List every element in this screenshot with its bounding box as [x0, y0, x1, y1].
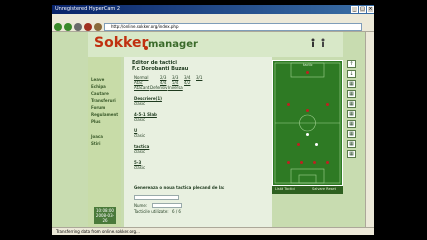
sidebar-item-echipa[interactable]: Echipa: [91, 84, 118, 90]
grid-icon[interactable]: ▦: [347, 80, 356, 88]
grid-icon[interactable]: ▦: [347, 150, 356, 158]
option-link[interactable]: Defensiv: [150, 85, 168, 90]
tactic-value: clasic: [134, 133, 146, 138]
player-marker[interactable]: [300, 161, 303, 164]
server-clock: 10:08:00 2008-03-26: [94, 207, 116, 224]
back-icon[interactable]: [54, 23, 62, 31]
usage-value: 6 / 6: [172, 209, 181, 214]
sidebar-item-forum[interactable]: Forum: [91, 105, 118, 111]
tactic-value: clasic: [134, 101, 146, 106]
player-marker[interactable]: [287, 103, 290, 106]
status-bar: Transferring data from online.sokker.org…: [52, 227, 374, 235]
grid-icon[interactable]: ▦: [347, 100, 356, 108]
tactics-editor-panel: Editor de tactici F.c Dorobanti Buzau No…: [124, 57, 272, 227]
vertical-scrollbar[interactable]: [365, 32, 374, 227]
maximize-button[interactable]: □: [359, 6, 366, 13]
arrow-down-icon[interactable]: ↓: [347, 70, 356, 78]
player-marker[interactable]: [306, 71, 309, 74]
clock-date: 2008-03-26: [95, 213, 115, 223]
tactic-value: clasic: [134, 165, 146, 170]
usage-label: Tacticile utilizate:: [134, 209, 169, 214]
player-figure-icon: [311, 38, 315, 47]
minimize-button[interactable]: _: [351, 6, 358, 13]
sidebar-item-stiri[interactable]: Stiri: [91, 141, 118, 147]
formation-link[interactable]: 4/2: [184, 80, 190, 85]
player-marker[interactable]: [315, 143, 318, 146]
sidebar-item-leave[interactable]: Leave: [91, 77, 118, 83]
name-label: Nume:: [134, 203, 148, 208]
stop-icon[interactable]: [84, 23, 92, 31]
formation-link[interactable]: 3/1: [196, 75, 202, 80]
player-marker[interactable]: [326, 161, 329, 164]
field-left-label[interactable]: Listă Tactici: [275, 187, 295, 192]
site-header: Sokker manager: [88, 32, 343, 57]
forward-icon[interactable]: [64, 23, 72, 31]
field-title: tactic: [303, 63, 313, 67]
option-link[interactable]: Atacant: [134, 85, 149, 90]
pitch-lines: [274, 62, 341, 184]
home-icon[interactable]: [94, 23, 102, 31]
field-right-label[interactable]: Salvare Reset: [312, 187, 336, 192]
sidebar-item-joaca[interactable]: Joaca: [91, 134, 118, 140]
team-name: F.c Dorobanti Buzau: [132, 66, 189, 72]
player-marker[interactable]: [326, 103, 329, 106]
title-bar: Unregistered HyperCam 2 _ □ ×: [52, 5, 374, 14]
option-link[interactable]: Inversa: [168, 85, 183, 90]
grid-icon[interactable]: ▦: [347, 90, 356, 98]
web-page: Sokker manager Leave Echipa Cautare Tran…: [52, 32, 374, 227]
tactics-field[interactable]: tactic: [272, 60, 343, 186]
sidebar-item-regulament[interactable]: Regulament: [91, 112, 118, 118]
sidebar-item-plus[interactable]: Plus: [91, 119, 118, 125]
address-bar[interactable]: http://online.sokker.org/index.php: [104, 23, 362, 31]
logo-manager[interactable]: manager: [148, 39, 198, 50]
browser-window: Unregistered HyperCam 2 _ □ × File Edit …: [52, 5, 374, 235]
player-figure-icon: [321, 38, 325, 47]
field-controls: Listă Tactici Salvare Reset: [272, 186, 343, 194]
tactic-tools: ↑ ↓ ▦ ▦ ▦ ▦ ▦ ▦ ▦ ▦: [345, 60, 357, 180]
sidebar: Leave Echipa Cautare Transferuri Forum R…: [88, 57, 121, 227]
grid-icon[interactable]: ▦: [347, 140, 356, 148]
tactic-value: clasic: [134, 117, 146, 122]
navigation-toolbar: http://online.sokker.org/index.php: [52, 22, 374, 32]
sidebar-item-cautare[interactable]: Cautare: [91, 91, 118, 97]
player-marker[interactable]: [306, 109, 309, 112]
tactic-value: clasic: [134, 149, 146, 154]
reload-icon[interactable]: [74, 23, 82, 31]
grid-icon[interactable]: ▦: [347, 120, 356, 128]
close-button[interactable]: ×: [367, 6, 374, 13]
sidebar-item-transferuri[interactable]: Transferuri: [91, 98, 118, 104]
window-title: Unregistered HyperCam 2: [55, 6, 121, 12]
player-marker[interactable]: [313, 161, 316, 164]
tactic-name-input[interactable]: [152, 203, 182, 208]
player-marker[interactable]: [297, 143, 300, 146]
grid-icon[interactable]: ▦: [347, 130, 356, 138]
logo-sokker[interactable]: Sokker: [94, 35, 148, 51]
generate-label: Genereaza o noua tactica plecand de la:: [134, 185, 225, 190]
player-marker[interactable]: [287, 161, 290, 164]
base-tactic-select[interactable]: [134, 195, 179, 200]
arrow-up-icon[interactable]: ↑: [347, 60, 356, 68]
menu-bar: File Edit View Bookmarks Tools Help: [52, 14, 374, 31]
grid-icon[interactable]: ▦: [347, 110, 356, 118]
player-marker[interactable]: [306, 133, 309, 136]
